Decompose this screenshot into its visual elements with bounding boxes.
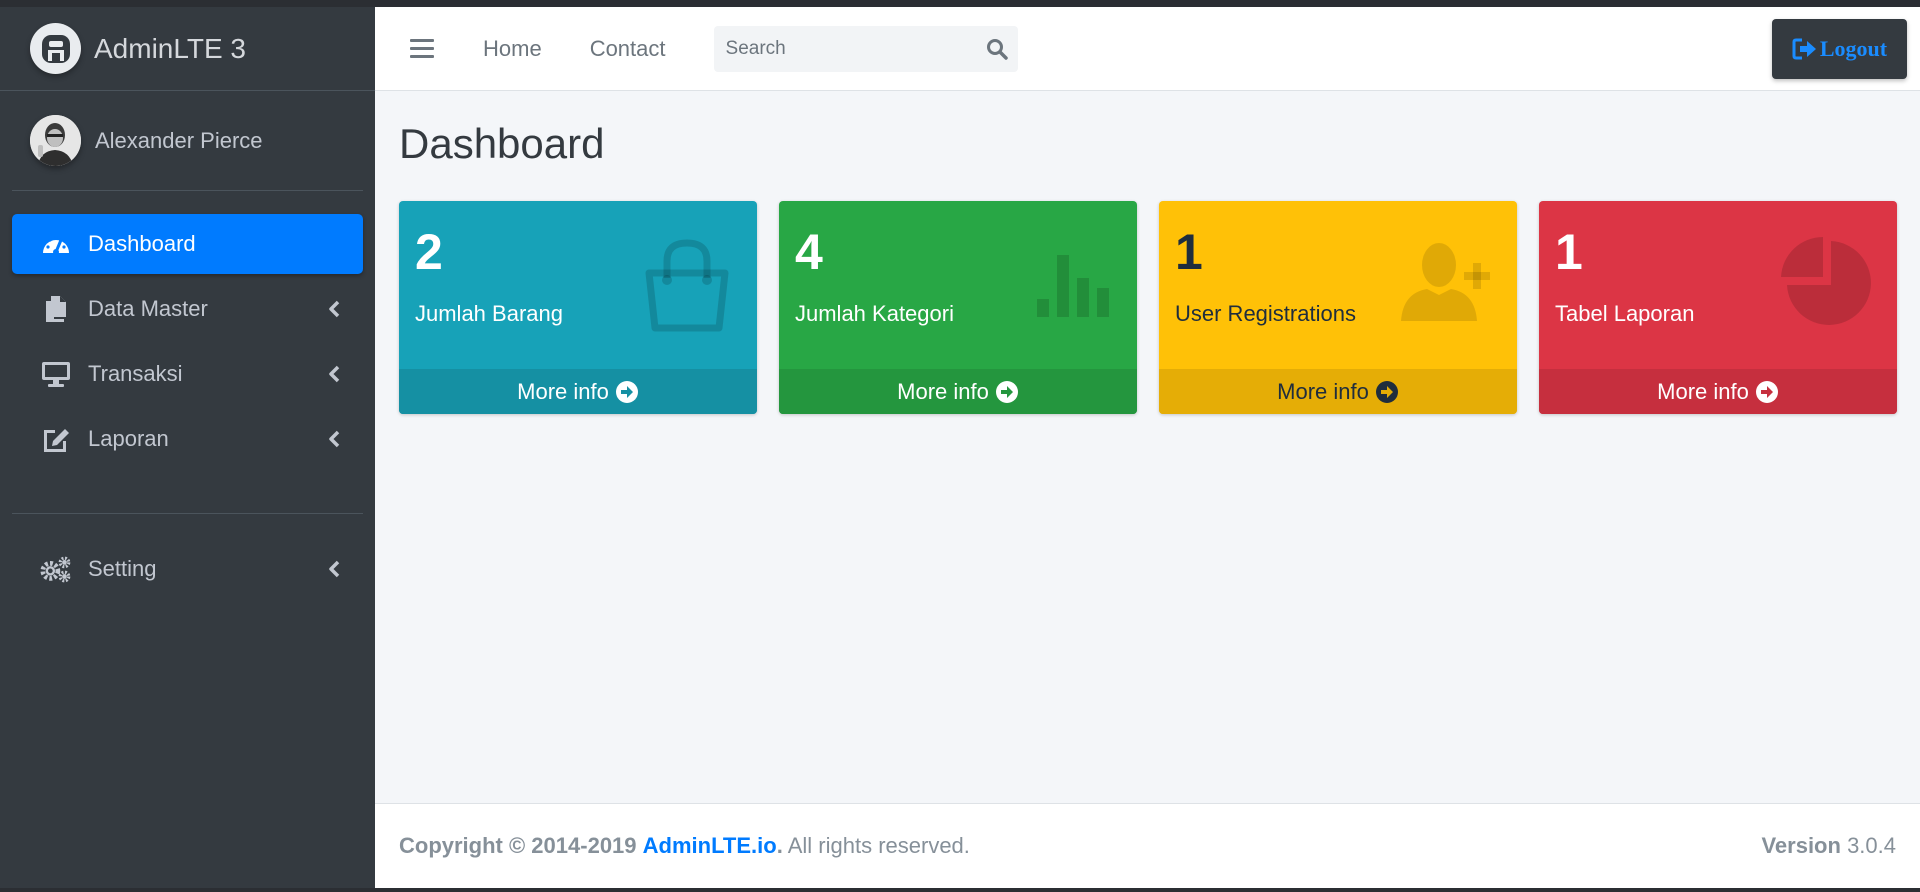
top-navbar: Home Contact Logout: [375, 7, 1920, 91]
small-box-jumlah-barang: 2 Jumlah Barang More info: [399, 201, 757, 414]
page-title: Dashboard: [399, 120, 605, 167]
sidebar-item-label: Setting: [88, 556, 157, 581]
rights-text: All rights reserved.: [787, 833, 970, 858]
edit-icon: [40, 423, 72, 455]
sidebar-item-data-master[interactable]: Data Master: [12, 279, 363, 339]
chevron-left-icon: [329, 365, 340, 383]
version-info: Version 3.0.4: [1761, 833, 1896, 859]
copy-icon: [40, 293, 72, 325]
sidebar-item-dashboard[interactable]: Dashboard: [12, 214, 363, 274]
window-bottom-edge: [0, 888, 1920, 892]
more-info-link[interactable]: More info: [779, 369, 1137, 414]
small-boxes: 2 Jumlah Barang More info 4 Jumlah Kateg…: [399, 201, 1897, 414]
brand-text: AdminLTE 3: [94, 32, 246, 64]
sidebar: AdminLTE 3 Alexander Pierce Dashboard Da…: [0, 7, 375, 888]
version-label: Version: [1761, 833, 1841, 858]
pie-chart-icon: [1781, 236, 1871, 325]
arrow-circle-right-icon: [995, 380, 1018, 403]
chevron-left-icon: [329, 300, 340, 318]
sidebar-item-label: Dashboard: [88, 231, 196, 256]
sidebar-item-setting[interactable]: Setting: [12, 539, 363, 599]
copyright: Copyright © 2014-2019 AdminLTE.io. All r…: [399, 833, 970, 859]
small-box-label: Tabel Laporan: [1555, 301, 1695, 326]
nav-link-contact[interactable]: Contact: [590, 36, 666, 62]
sidebar-item-label: Transaksi: [88, 361, 183, 386]
search-input[interactable]: [713, 37, 964, 60]
window-top-edge: [0, 0, 1920, 7]
small-box-jumlah-kategori: 4 Jumlah Kategori More info: [779, 201, 1137, 414]
arrow-circle-right-icon: [615, 380, 638, 403]
version-value: 3.0.4: [1847, 833, 1896, 858]
search-form: [713, 25, 1018, 72]
main-footer: Copyright © 2014-2019 AdminLTE.io. All r…: [375, 803, 1920, 888]
chevron-left-icon: [329, 430, 340, 448]
small-box-label: User Registrations: [1175, 301, 1356, 326]
small-box-value: 4: [795, 224, 823, 280]
tachometer-icon: [40, 228, 72, 260]
sidebar-item-laporan[interactable]: Laporan: [12, 409, 363, 469]
small-box-value: 2: [415, 224, 443, 280]
sidebar-divider: [12, 513, 363, 514]
avatar[interactable]: [30, 115, 81, 166]
small-box-value: 1: [1555, 224, 1583, 280]
more-info-label: More info: [1657, 378, 1749, 404]
more-info-label: More info: [1277, 378, 1369, 404]
copyright-dot: .: [776, 833, 783, 858]
copyright-text: Copyright © 2014-2019: [399, 833, 637, 858]
cogs-icon: [40, 553, 72, 585]
user-name[interactable]: Alexander Pierce: [95, 128, 263, 154]
more-info-link[interactable]: More info: [1159, 369, 1517, 414]
sidebar-item-transaksi[interactable]: Transaksi: [12, 344, 363, 404]
arrow-circle-right-icon: [1755, 380, 1778, 403]
search-icon[interactable]: [986, 38, 1008, 60]
shopping-bag-icon: [645, 239, 729, 332]
menu-toggle-icon[interactable]: [410, 37, 434, 61]
more-info-label: More info: [517, 378, 609, 404]
chevron-left-icon: [329, 560, 340, 578]
user-panel: Alexander Pierce: [12, 91, 363, 191]
user-plus-icon: [1401, 243, 1490, 321]
more-info-label: More info: [897, 378, 989, 404]
logout-label: Logout: [1819, 36, 1888, 61]
footer-brand-link[interactable]: AdminLTE.io: [643, 833, 777, 858]
desktop-icon: [40, 358, 72, 390]
small-box-value: 1: [1175, 224, 1203, 280]
main-content: Home Contact Logout Dashboard 2 Jumlah B…: [375, 7, 1920, 888]
adminlte-logo-icon: [30, 23, 81, 74]
sign-out-icon: [1792, 38, 1816, 60]
sidebar-nav: Dashboard Data Master Transaksi Laporan …: [0, 191, 375, 599]
small-box-tabel-laporan: 1 Tabel Laporan More info: [1539, 201, 1897, 414]
more-info-link[interactable]: More info: [1539, 369, 1897, 414]
sidebar-item-label: Laporan: [88, 426, 169, 451]
small-box-label: Jumlah Kategori: [795, 301, 954, 326]
nav-link-home[interactable]: Home: [483, 36, 542, 62]
more-info-link[interactable]: More info: [399, 369, 757, 414]
logout-button[interactable]: Logout: [1772, 19, 1907, 79]
brand-link[interactable]: AdminLTE 3: [0, 7, 375, 91]
sidebar-item-label: Data Master: [88, 296, 208, 321]
small-box-label: Jumlah Barang: [415, 301, 563, 326]
bar-chart-icon: [1037, 255, 1109, 317]
arrow-circle-right-icon: [1375, 380, 1398, 403]
small-box-user-registrations: 1 User Registrations More info: [1159, 201, 1517, 414]
